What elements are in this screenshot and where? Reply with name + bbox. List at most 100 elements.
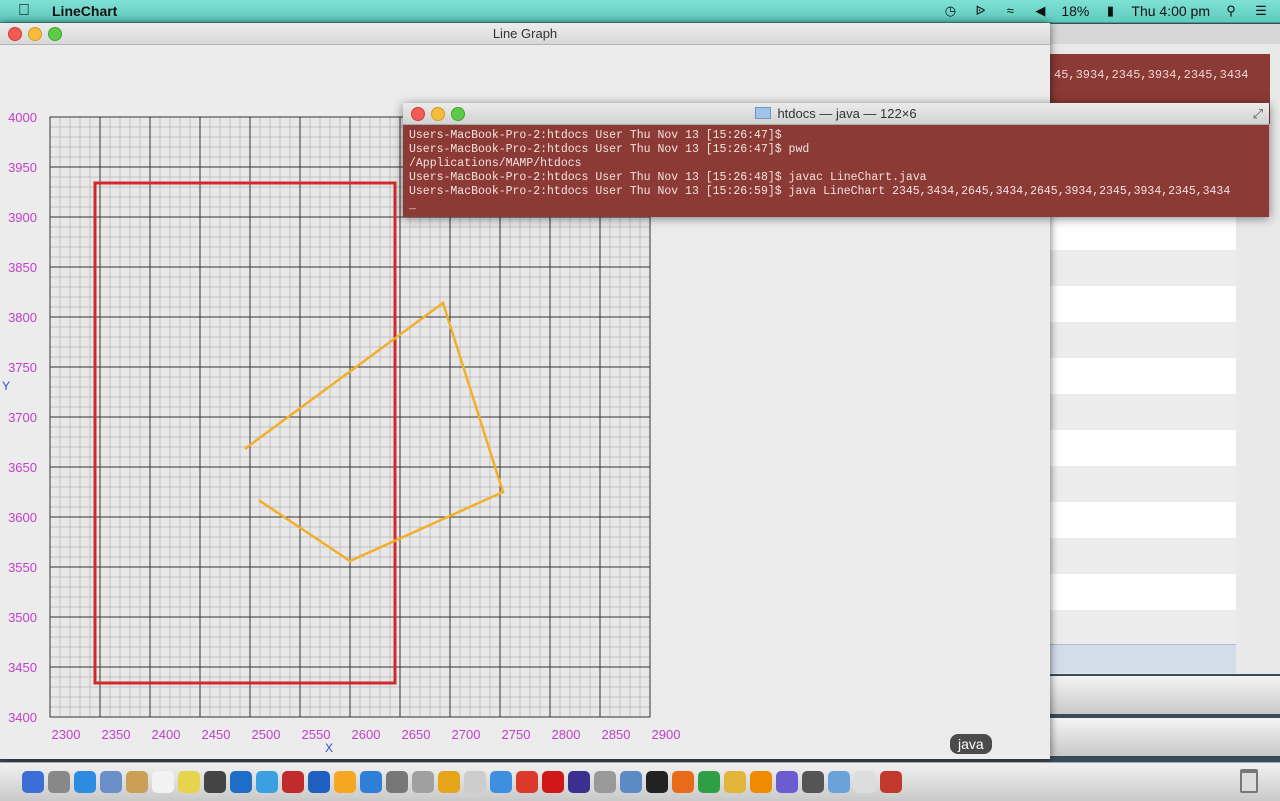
- battery-percent[interactable]: 18%: [1061, 3, 1089, 19]
- menu-bar:  LineChart ◷ ᐉ ≈ ◀ 18% ▮ Thu 4:00 pm ⚲ …: [0, 0, 1280, 23]
- terminal-line: _: [409, 199, 1269, 213]
- dock-app-icon[interactable]: [854, 771, 876, 793]
- status-area: ◷ ᐉ ≈ ◀ 18% ▮ Thu 4:00 pm ⚲ ☰: [941, 0, 1270, 22]
- terminal-titlebar[interactable]: htdocs — java — 122×6 ⤢: [403, 103, 1269, 125]
- window-titlebar[interactable]: Line Graph: [0, 23, 1050, 45]
- dock-app-icon[interactable]: [438, 771, 460, 793]
- menu-clock[interactable]: Thu 4:00 pm: [1131, 3, 1210, 19]
- background-dock-strip: [1050, 718, 1280, 756]
- x-tick-label: 2900: [652, 727, 681, 742]
- dock-app-icon[interactable]: [256, 771, 278, 793]
- list-item: [1050, 394, 1236, 430]
- y-tick-label: 4000: [8, 110, 37, 125]
- dock-app-icon[interactable]: [802, 771, 824, 793]
- x-tick-label: 2550: [302, 727, 331, 742]
- list-item: [1050, 322, 1236, 358]
- x-tick-label: 2600: [352, 727, 381, 742]
- dock-app-icon[interactable]: [516, 771, 538, 793]
- background-window-titlebar[interactable]: [1050, 24, 1280, 44]
- y-axis-label: Y: [2, 379, 10, 393]
- list-item: [1050, 250, 1236, 286]
- dock-app-icon[interactable]: [490, 771, 512, 793]
- y-tick-label: 3950: [8, 160, 37, 175]
- data-point: [259, 500, 262, 503]
- data-point: [349, 560, 352, 563]
- terminal-title: htdocs — java — 122×6: [403, 106, 1269, 121]
- terminal-line: Users-MacBook-Pro-2:htdocs User Thu Nov …: [409, 171, 1269, 185]
- x-tick-label: 2750: [502, 727, 531, 742]
- dock-app-icon[interactable]: [698, 771, 720, 793]
- dock-app-icon[interactable]: [464, 771, 486, 793]
- time-machine-icon[interactable]: ◷: [941, 3, 959, 19]
- dock-app-icon[interactable]: [568, 771, 590, 793]
- y-tick-label: 3400: [8, 710, 37, 725]
- dock-app-icon[interactable]: [594, 771, 616, 793]
- dock-app-icon[interactable]: [724, 771, 746, 793]
- y-tick-label: 3650: [8, 460, 37, 475]
- y-tick-label: 3700: [8, 410, 37, 425]
- dock-app-icon[interactable]: [152, 771, 174, 793]
- list-item: [1050, 358, 1236, 394]
- background-list: [1050, 214, 1236, 646]
- wifi-icon[interactable]: ≈: [1001, 3, 1019, 19]
- dock-app-icon[interactable]: [386, 771, 408, 793]
- dock-app-icon[interactable]: [204, 771, 226, 793]
- x-tick-label: 2300: [52, 727, 81, 742]
- dock-app-icon[interactable]: [334, 771, 356, 793]
- x-axis-label: X: [325, 741, 333, 755]
- fullscreen-icon[interactable]: ⤢: [1253, 106, 1263, 122]
- dock-app-icon[interactable]: [282, 771, 304, 793]
- dock-app-icon[interactable]: [230, 771, 252, 793]
- window-title: Line Graph: [0, 26, 1050, 41]
- dock-app-icon[interactable]: [74, 771, 96, 793]
- terminal-output[interactable]: Users-MacBook-Pro-2:htdocs User Thu Nov …: [403, 125, 1269, 217]
- dock-app-icon[interactable]: [750, 771, 772, 793]
- terminal-line: Users-MacBook-Pro-2:htdocs User Thu Nov …: [409, 129, 1269, 143]
- dock-app-icon[interactable]: [776, 771, 798, 793]
- data-point: [442, 302, 445, 305]
- x-tick-label: 2700: [452, 727, 481, 742]
- battery-icon[interactable]: ▮: [1101, 3, 1119, 19]
- dock-app-icon[interactable]: [178, 771, 200, 793]
- dock-app-icon[interactable]: [646, 771, 668, 793]
- dock-app-icon[interactable]: [620, 771, 642, 793]
- list-item: [1050, 214, 1236, 250]
- dock-app-icon[interactable]: [412, 771, 434, 793]
- folder-icon: [755, 107, 771, 119]
- dock-icons: [22, 771, 902, 793]
- list-item: [1050, 502, 1236, 538]
- dock: [0, 762, 1280, 801]
- background-dock-strip: [1050, 676, 1280, 714]
- volume-icon[interactable]: ◀: [1031, 3, 1049, 19]
- dock-app-icon[interactable]: [22, 771, 44, 793]
- dock-app-icon[interactable]: [672, 771, 694, 793]
- dock-app-icon[interactable]: [48, 771, 70, 793]
- terminal-title-text: htdocs — java — 122×6: [777, 106, 916, 121]
- y-tick-label: 3800: [8, 310, 37, 325]
- terminal-line: /Applications/MAMP/htdocs: [409, 157, 1269, 171]
- bluetooth-icon[interactable]: ᐉ: [971, 3, 989, 19]
- apple-menu-icon[interactable]: : [18, 2, 36, 20]
- spotlight-search-icon[interactable]: ⚲: [1222, 3, 1240, 19]
- y-tick-label: 3500: [8, 610, 37, 625]
- dock-app-icon[interactable]: [360, 771, 382, 793]
- y-tick-label: 3850: [8, 260, 37, 275]
- dock-app-icon[interactable]: [880, 771, 902, 793]
- dock-app-icon[interactable]: [126, 771, 148, 793]
- dock-app-icon[interactable]: [828, 771, 850, 793]
- dock-app-icon[interactable]: [100, 771, 122, 793]
- dock-tooltip: java: [950, 734, 992, 754]
- dock-app-icon[interactable]: [308, 771, 330, 793]
- x-tick-label: 2650: [402, 727, 431, 742]
- trash-icon[interactable]: [1240, 769, 1258, 793]
- app-menu[interactable]: LineChart: [52, 3, 117, 19]
- notification-center-icon[interactable]: ☰: [1252, 3, 1270, 19]
- terminal-window[interactable]: htdocs — java — 122×6 ⤢ Users-MacBook-Pr…: [403, 103, 1269, 216]
- x-tick-label: 2800: [552, 727, 581, 742]
- list-item: [1050, 430, 1236, 466]
- x-tick-label: 2400: [152, 727, 181, 742]
- x-tick-label: 2850: [602, 727, 631, 742]
- y-tick-label: 3750: [8, 360, 37, 375]
- dock-app-icon[interactable]: [542, 771, 564, 793]
- y-tick-label: 3550: [8, 560, 37, 575]
